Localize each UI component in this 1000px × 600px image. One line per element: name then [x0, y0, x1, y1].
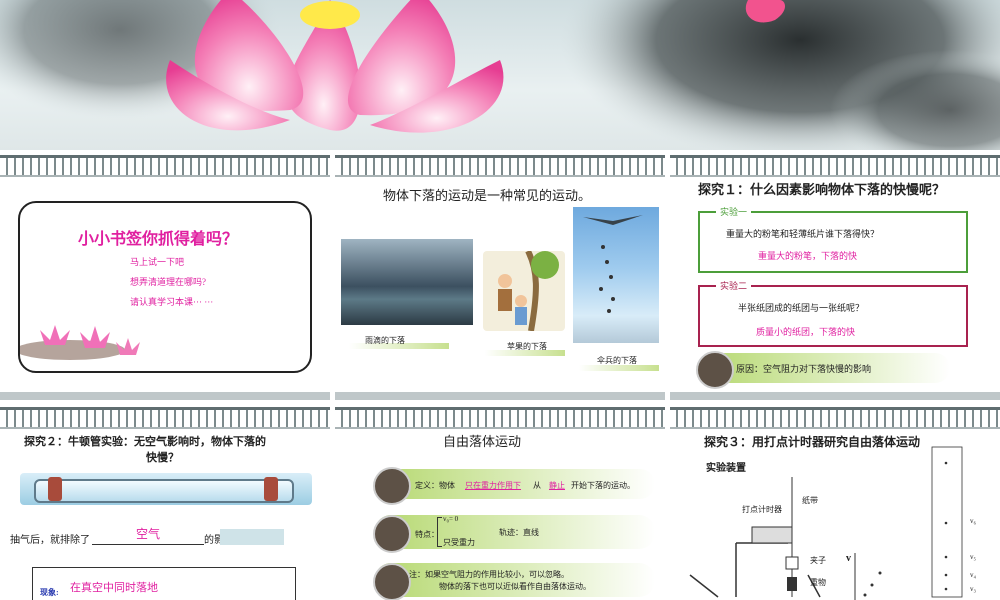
v-axis-label: v — [846, 553, 851, 564]
lotus-icon — [696, 351, 734, 389]
brace — [437, 517, 442, 547]
experiment-question: 重量大的粉笔和轻薄纸片谁下落得快？ — [726, 229, 880, 239]
reason-text: 原因：空气阻力对下落快慢的影响 — [736, 364, 872, 374]
newton-tube — [20, 473, 312, 505]
slide-line: 请认真学习本课··· ··· — [130, 297, 214, 307]
image-caption: 伞兵的下落 — [597, 356, 637, 365]
slide-title: 自由落体运动 — [443, 434, 522, 449]
rain-photo — [341, 239, 473, 325]
feature-track: 轨迹：直线 — [499, 528, 539, 537]
lotus-icon — [373, 515, 411, 553]
slide-border — [0, 407, 330, 429]
apple-cartoon — [483, 249, 565, 332]
slide-title: 探究２：牛顿管实验：无空气影响时，物体下落的 — [24, 436, 266, 448]
definition-label: 定义：物体 — [415, 481, 455, 490]
apparatus-diagram — [689, 446, 963, 600]
experiment-label: 实验二 — [716, 279, 752, 292]
phenomenon-text: 在真空中同时落地 — [70, 582, 158, 594]
fill-blank-line — [92, 544, 204, 545]
feature-label: 特点： — [415, 530, 439, 539]
slide-thumbnail-1[interactable]: 小小书签你抓得着吗？ 马上试一下吧 想弄清道理在哪吗? 请认真学习本课··· ·… — [0, 155, 330, 400]
slide-thumbnail-2[interactable]: 物体下落的运动是一种常见的运动。 雨滴的下落 苹果的下落 伞兵的下落 — [335, 155, 665, 400]
slide-border — [0, 155, 330, 177]
slide-border — [335, 407, 665, 429]
lotus-ink-painting — [0, 0, 1000, 150]
slide-title: 物体下落的运动是一种常见的运动。 — [383, 188, 592, 203]
slide-thumbnail-4[interactable]: 探究２：牛顿管实验：无空气影响时，物体下落的 快慢？ 抽气后，就排除了 空气 的… — [0, 407, 330, 600]
definition-rest: 静止 — [549, 481, 565, 490]
tape-label: 纸带 — [802, 496, 818, 505]
slide-thumbnail-5[interactable]: 自由落体运动 定义：物体 只在重力作用下 从 静止 开始下落的运动。 特点： v… — [335, 407, 665, 600]
lotus-icon — [373, 467, 411, 505]
slide-line: 马上试一下吧 — [130, 257, 185, 267]
slide-border — [670, 155, 1000, 177]
slide-line: 想弄清道理在哪吗? — [130, 277, 206, 287]
feather-image — [220, 529, 284, 545]
feature-gravity: 只受重力 — [443, 538, 475, 547]
velocity-label: v₆ — [970, 517, 976, 525]
definition-condition: 只在重力作用下 — [465, 481, 521, 490]
slide-bottom-bar — [0, 392, 330, 400]
slide-thumbnail-3[interactable]: 探究１：什么因素影响物体下落的快慢呢？ 实验一 重量大的粉笔和轻薄纸片谁下落得快… — [670, 155, 1000, 400]
note-line: 注：如果空气阻力的作用比较小，可以忽略。 — [409, 570, 569, 579]
phenomenon-label: 现象: — [40, 588, 59, 597]
experiment-label: 实验一 — [716, 205, 752, 218]
definition-end: 开始下落的运动。 — [571, 481, 635, 490]
slide-title-line2: 快慢？ — [146, 452, 179, 464]
weight-label: 重物 — [810, 578, 826, 587]
image-caption: 苹果的下落 — [507, 342, 547, 351]
experiment-answer: 重量大的粉笔，下落的快 — [758, 251, 858, 261]
timer-label: 打点计时器 — [742, 505, 782, 514]
lotus-decoration — [20, 325, 140, 360]
parachute-photo — [573, 207, 659, 343]
slide-thumbnail-6[interactable]: 探究３：用打点计时器研究自由落体运动 实验装置 打点计时器 纸带 夹子 重物 v… — [670, 407, 1000, 600]
slide-bottom-bar — [670, 392, 1000, 400]
fill-blank-prefix: 抽气后，就排除了 — [10, 535, 90, 546]
image-caption: 雨滴的下落 — [365, 336, 405, 345]
experiment-answer: 质量小的纸团，下落的快 — [756, 327, 856, 337]
feature-v0: v₀= 0 — [443, 515, 459, 523]
experiment-question: 半张纸团成的纸团与一张纸呢？ — [738, 303, 865, 313]
fill-blank-answer: 空气 — [136, 527, 161, 541]
lotus-icon — [373, 563, 411, 600]
definition-from: 从 — [533, 481, 541, 490]
note-line: 物体的落下也可以近似看作自由落体运动。 — [439, 582, 591, 591]
slide-border — [335, 155, 665, 177]
clip-label: 夹子 — [810, 556, 826, 565]
velocity-label: v₃ — [970, 585, 976, 593]
velocity-label: v₅ — [970, 553, 976, 561]
slide-title: 探究１：什么因素影响物体下落的快慢呢？ — [698, 182, 946, 197]
slide-bottom-bar — [335, 392, 665, 400]
top-banner — [0, 0, 1000, 150]
slide-title: 小小书签你抓得着吗？ — [78, 231, 239, 248]
velocity-label: v₄ — [970, 571, 976, 579]
experiment-box-1 — [698, 211, 968, 273]
